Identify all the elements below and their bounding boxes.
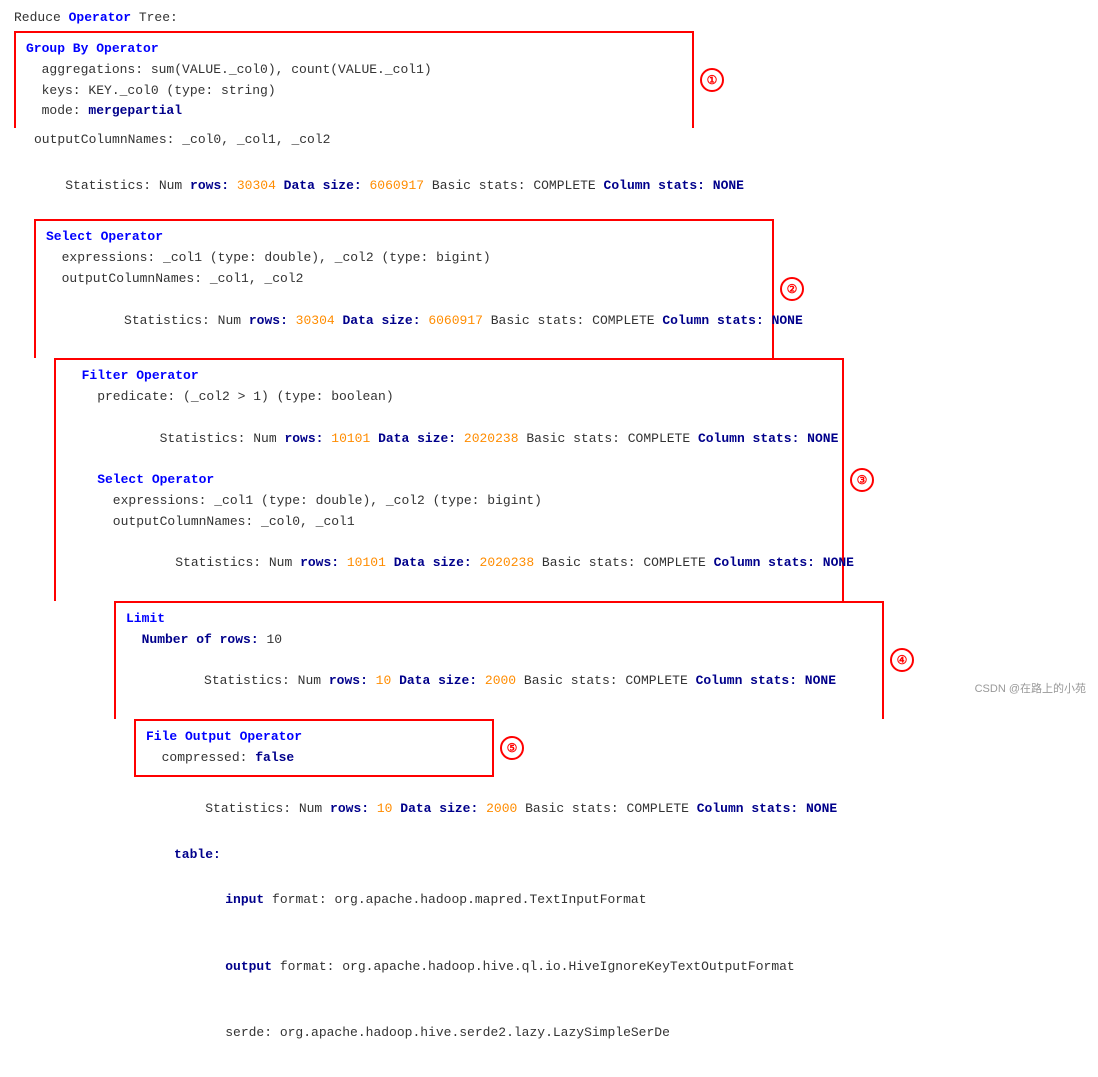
filter-op-stats: Statistics: Num rows: 10101 Data size: 2…	[66, 408, 832, 470]
stats-line-1: Statistics: Num rows: 30304 Data size: 6…	[14, 153, 1084, 219]
group-by-aggregations: aggregations: sum(VALUE._col0), count(VA…	[26, 60, 682, 81]
circle-1: ①	[700, 68, 724, 92]
group-by-operator-block: Group By Operator aggregations: sum(VALU…	[14, 31, 694, 128]
filter-op-predicate: predicate: (_col2 > 1) (type: boolean)	[66, 387, 832, 408]
title-suffix: Tree:	[131, 10, 178, 25]
circle-5: ⑤	[500, 736, 524, 760]
limit-rows: Number of rows: 10	[126, 630, 872, 651]
limit-block: Limit Number of rows: 10 Statistics: Num…	[114, 601, 884, 719]
group-by-mode: mode: mergepartial	[26, 101, 682, 122]
select-op-2-stats: Statistics: Num rows: 10101 Data size: 2…	[66, 533, 832, 595]
circle-3: ③	[850, 468, 874, 492]
input-format: input format: org.apache.hadoop.mapred.T…	[14, 868, 1084, 934]
main-content: Reduce Operator Tree: Group By Operator …	[14, 10, 1084, 1067]
circle-4: ④	[890, 648, 914, 672]
circle-2: ②	[780, 277, 804, 301]
select-operator-block-1: Select Operator expressions: _col1 (type…	[34, 219, 774, 358]
file-output-block: File Output Operator compressed: false	[134, 719, 494, 777]
serde: serde: org.apache.hadoop.hive.serde2.laz…	[14, 1000, 1084, 1066]
filter-op-header: Filter Operator	[66, 366, 832, 387]
stats-line-2: Statistics: Num rows: 10 Data size: 2000…	[14, 777, 1084, 843]
select-op-2-expressions: expressions: _col1 (type: double), _col2…	[66, 491, 832, 512]
output-col-names-1: outputColumnNames: _col0, _col1, _col2	[14, 128, 1084, 153]
file-output-header: File Output Operator	[146, 727, 482, 748]
filter-select-block: Filter Operator predicate: (_col2 > 1) (…	[54, 358, 844, 601]
select-op-2-header: Select Operator	[66, 470, 832, 491]
select-op-1-output: outputColumnNames: _col1, _col2	[46, 269, 762, 290]
select-op-1-header: Select Operator	[46, 227, 762, 248]
limit-header: Limit	[126, 609, 872, 630]
title-prefix: Reduce	[14, 10, 69, 25]
title-keyword: Operator	[69, 10, 131, 25]
title-line: Reduce Operator Tree:	[14, 10, 1084, 25]
select-op-1-expressions: expressions: _col1 (type: double), _col2…	[46, 248, 762, 269]
output-format: output format: org.apache.hadoop.hive.ql…	[14, 934, 1084, 1000]
table-label: table:	[14, 843, 1084, 868]
select-op-2-output: outputColumnNames: _col0, _col1	[66, 512, 832, 533]
file-output-compressed: compressed: false	[146, 748, 482, 769]
group-by-keys: keys: KEY._col0 (type: string)	[26, 81, 682, 102]
group-by-header: Group By Operator	[26, 39, 682, 60]
watermark: CSDN @在路上的小苑	[975, 680, 1086, 696]
select-op-1-stats: Statistics: Num rows: 30304 Data size: 6…	[46, 290, 762, 352]
